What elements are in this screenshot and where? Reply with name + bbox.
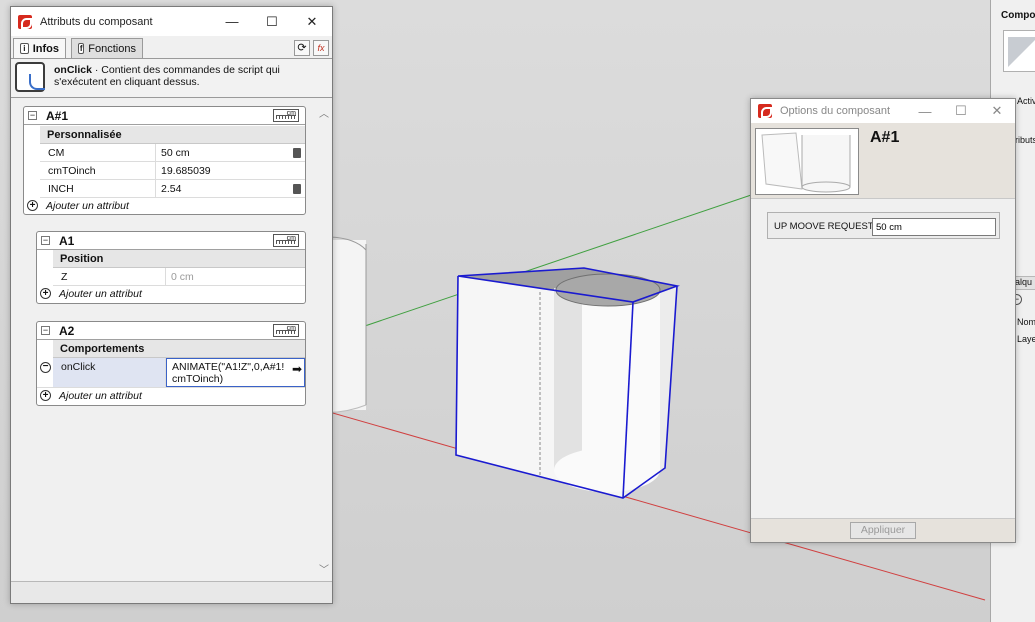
remove-icon[interactable]: − [40, 362, 51, 373]
attributes-titlebar[interactable]: Attributs du composant — ☐ ✕ [11, 7, 332, 36]
options-titlebar[interactable]: Options du composant — ☐ ✕ [751, 99, 1015, 123]
tab-fonctions-label: Fonctions [88, 42, 136, 55]
chevron-down-icon[interactable]: ﹀ [319, 561, 329, 576]
attribute-key: onClick [53, 358, 166, 387]
click-cursor-icon [15, 62, 45, 92]
ruler-icon[interactable]: cm [273, 109, 299, 122]
sketchup-icon [758, 104, 772, 118]
info-description: onClick · Contient des commandes de scri… [54, 64, 329, 88]
collapse-icon[interactable]: − [41, 326, 50, 335]
attribute-row[interactable]: cmTOinch 19.685039 [40, 162, 305, 180]
tab-infos[interactable]: i Infos [13, 38, 66, 58]
group-a1: − A1 cm Position Z 0 cm + Ajouter un att… [36, 231, 306, 304]
tray-layers-label: alqu [1015, 277, 1033, 287]
status-bar [11, 581, 332, 603]
attributes-tabs: i Infos f Fonctions ⟳ fx [11, 38, 332, 58]
refresh-icon[interactable]: ⟳ [294, 40, 310, 56]
category-row: Comportements [53, 340, 305, 358]
attribute-row[interactable]: INCH 2.54 [40, 180, 305, 198]
add-attribute-label[interactable]: Ajouter un attribut [59, 390, 142, 402]
close-button[interactable]: ✕ [979, 99, 1015, 123]
attribute-key: Z [53, 268, 166, 285]
options-button-icon[interactable] [293, 148, 301, 158]
maximize-button[interactable]: ☐ [943, 99, 979, 123]
function-icon: f [78, 43, 85, 54]
apply-button[interactable]: Appliquer [850, 522, 916, 539]
attribute-value[interactable]: 2.54 [156, 180, 181, 197]
formula-icon[interactable]: fx [313, 40, 329, 56]
info-bar: onClick · Contient des commandes de scri… [11, 58, 332, 98]
option-field-row: UP MOOVE REQUESTED [767, 212, 1000, 239]
component-options-window: Options du composant — ☐ ✕ A#1 UP MOOVE … [750, 98, 1016, 543]
add-attribute-label[interactable]: Ajouter un attribut [59, 288, 142, 300]
add-attribute-row[interactable]: + Ajouter un attribut [24, 198, 305, 215]
formula-value[interactable]: ANIMATE("A1!Z",0,A#1! cmTOinch) [166, 358, 305, 387]
tray-label-attributes: ributs [1015, 135, 1035, 145]
options-footer: Appliquer [751, 518, 1015, 542]
attribute-value[interactable]: 50 cm [156, 144, 190, 161]
formula-line-1: ANIMATE("A1!Z",0,A#1! [172, 361, 285, 373]
up-move-input[interactable] [872, 218, 996, 236]
attribute-value[interactable]: 0 cm [166, 268, 194, 285]
group-header[interactable]: − A1 cm [37, 232, 305, 250]
add-icon[interactable]: + [27, 200, 38, 211]
add-attribute-label[interactable]: Ajouter un attribut [46, 200, 129, 212]
selected-component [455, 267, 680, 499]
tray-label-active: Activ [1017, 96, 1035, 106]
sketchup-icon [18, 14, 32, 29]
component-thumbnail [755, 128, 859, 195]
group-name: A2 [59, 324, 75, 338]
tray-component-thumbnail[interactable] [1003, 30, 1035, 72]
info-attribute-name: onClick [54, 64, 92, 76]
attributes-window-title: Attributs du composant [40, 15, 153, 28]
tab-infos-label: Infos [32, 42, 59, 55]
thumbnail-drawing [761, 132, 851, 193]
attribute-value[interactable]: 19.685039 [156, 162, 211, 179]
add-attribute-row[interactable]: + Ajouter un attribut [37, 388, 305, 405]
add-icon[interactable]: + [40, 288, 51, 299]
group-a2: − A2 cm Comportements − onClick ANIMATE(… [36, 321, 306, 406]
attribute-key: CM [40, 144, 156, 161]
formula-line-2: cmTOinch) [172, 373, 224, 385]
tab-fonctions[interactable]: f Fonctions [71, 38, 143, 58]
tray-label-layer: Laye [1017, 334, 1035, 344]
component-name: A#1 [870, 129, 900, 146]
tray-title: Composa [1001, 10, 1035, 21]
add-attribute-row[interactable]: + Ajouter un attribut [37, 286, 305, 303]
group-a-hash-1: − A#1 cm Personnalisée CM 50 cm cmTOinch… [23, 106, 306, 215]
chevron-up-icon[interactable]: ︿ [319, 105, 329, 120]
group-name: A1 [59, 234, 75, 248]
arrow-right-icon[interactable]: ➡ [292, 362, 302, 376]
group-name: A#1 [46, 109, 69, 123]
collapse-icon[interactable]: − [41, 236, 50, 245]
options-window-title: Options du composant [780, 105, 891, 117]
group-header[interactable]: − A2 cm [37, 322, 305, 340]
ruler-icon[interactable]: cm [273, 324, 299, 337]
minimize-button[interactable]: — [212, 7, 252, 36]
info-icon: i [20, 43, 29, 54]
group-header[interactable]: − A#1 cm [24, 107, 305, 125]
options-header: A#1 [751, 123, 1015, 199]
attribute-key: INCH [40, 180, 156, 197]
maximize-button[interactable]: ☐ [252, 7, 292, 36]
attribute-row[interactable]: − onClick ANIMATE("A1!Z",0,A#1! cmTOinch)… [37, 358, 305, 388]
category-row: Position [53, 250, 305, 268]
category-row: Personnalisée [40, 126, 305, 144]
add-icon[interactable]: + [40, 390, 51, 401]
attribute-row[interactable]: CM 50 cm [40, 144, 305, 162]
vertical-scrollbar[interactable]: ︿ ﹀ [316, 101, 332, 578]
ruler-icon[interactable]: cm [273, 234, 299, 247]
attributes-list: − A#1 cm Personnalisée CM 50 cm cmTOinch… [11, 101, 332, 578]
attribute-key: cmTOinch [40, 162, 156, 179]
option-field-label: UP MOOVE REQUESTED [774, 221, 887, 232]
minimize-button[interactable]: — [907, 99, 943, 123]
options-button-icon[interactable] [293, 184, 301, 194]
close-button[interactable]: ✕ [292, 7, 332, 36]
collapse-icon[interactable]: − [28, 111, 37, 120]
tray-label-name: Nom [1017, 317, 1035, 327]
attribute-row[interactable]: Z 0 cm [53, 268, 305, 286]
component-attributes-window: Attributs du composant — ☐ ✕ i Infos f F… [10, 6, 333, 604]
